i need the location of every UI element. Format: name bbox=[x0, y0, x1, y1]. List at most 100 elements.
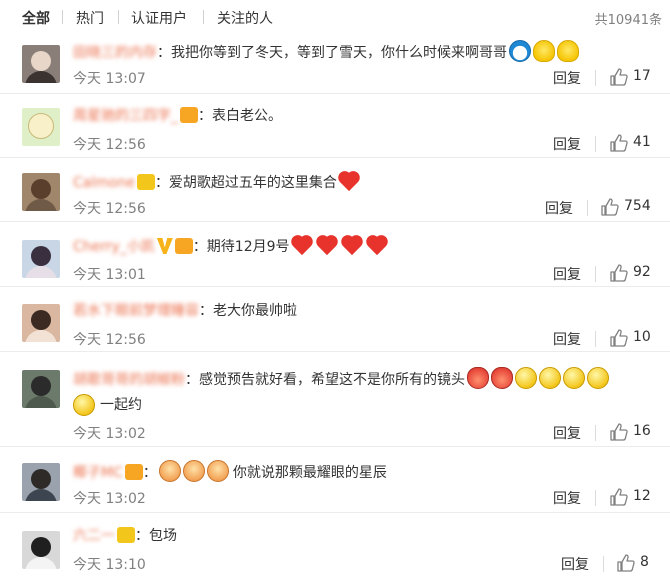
reply-button[interactable]: 回复 bbox=[553, 68, 581, 88]
comment-text: ：感觉预告就好看，希望这不是你所有的镜头 bbox=[185, 372, 465, 388]
action-divider bbox=[595, 490, 596, 506]
reply-button[interactable]: 回复 bbox=[553, 329, 581, 349]
comment-filter-bar: 全部 热门 认证用户 关注的人 共10941条 bbox=[0, 0, 670, 36]
comment-item: 胡歌哥哥的胡椒粉：感觉预告就好看，希望这不是你所有的镜头 一起约 今天 13:0… bbox=[0, 352, 670, 447]
smile-emoji-icon bbox=[539, 367, 561, 389]
comment-line: 周星驰的三四字_ ：表白老公。 bbox=[73, 106, 282, 126]
smile-emoji-icon bbox=[73, 394, 95, 416]
username[interactable]: Calmone bbox=[73, 175, 135, 191]
avatar[interactable] bbox=[22, 463, 60, 501]
heart-emoji-icon bbox=[316, 234, 340, 256]
comment-item: 椰子MC：你就说那颗最耀眼的星辰 今天 13:02 回复 12 bbox=[0, 447, 670, 513]
fan-badge-icon bbox=[117, 527, 135, 543]
reply-button[interactable]: 回复 bbox=[545, 198, 573, 218]
smile-emoji-icon bbox=[587, 367, 609, 389]
chick-emoji-icon bbox=[557, 40, 579, 62]
like-count: 16 bbox=[633, 423, 651, 439]
tab-all[interactable]: 全部 bbox=[22, 8, 50, 28]
smile-emoji-icon bbox=[563, 367, 585, 389]
comment-item: 周星驰的三四字_ ：表白老公。 今天 12:56 回复 41 bbox=[0, 94, 670, 158]
like-count: 10 bbox=[633, 329, 651, 345]
action-divider bbox=[595, 266, 596, 282]
comment-line: 若水下眼前梦理睡容：老大你最帅啦 bbox=[73, 301, 297, 321]
like-count: 754 bbox=[624, 198, 651, 214]
fan-badge-icon bbox=[136, 174, 155, 190]
username[interactable]: 六二一 bbox=[73, 528, 115, 544]
tab-divider bbox=[118, 10, 119, 24]
reply-button[interactable]: 回复 bbox=[561, 554, 589, 574]
like-thumb-icon[interactable] bbox=[600, 197, 620, 217]
comment-item: 若水下眼前梦理睡容：老大你最帅啦 今天 12:56 回复 10 bbox=[0, 287, 670, 352]
like-thumb-icon[interactable] bbox=[609, 422, 629, 442]
pointing-emoji-icon bbox=[206, 460, 229, 482]
action-divider bbox=[595, 331, 596, 347]
comment-text: ：包场 bbox=[135, 528, 177, 544]
action-divider bbox=[595, 425, 596, 441]
like-count: 12 bbox=[633, 488, 651, 504]
username[interactable]: 若水下眼前梦理睡容 bbox=[73, 303, 199, 319]
comment-time: 今天 13:02 bbox=[73, 426, 146, 442]
tab-verified-users[interactable]: 认证用户 bbox=[131, 8, 187, 28]
pointing-emoji-icon bbox=[182, 460, 205, 482]
comment-line: 六二一 ：包场 bbox=[73, 526, 177, 546]
comment-time: 今天 12:56 bbox=[73, 332, 146, 348]
avatar[interactable] bbox=[22, 531, 60, 569]
comment-item: Cherry_小凯 ：期待12月9号 今天 13:01 回复 92 bbox=[0, 222, 670, 287]
crying-emoji-icon bbox=[491, 367, 513, 389]
username[interactable]: Cherry_小凯 bbox=[73, 239, 155, 255]
vip-badge-icon bbox=[156, 238, 173, 254]
avatar[interactable] bbox=[22, 304, 60, 342]
heart-emoji-icon bbox=[341, 234, 365, 256]
like-thumb-icon[interactable] bbox=[609, 133, 629, 153]
username[interactable]: 胡歌哥哥的胡椒粉 bbox=[73, 372, 185, 388]
comment-text-continued: 一起约 bbox=[100, 397, 142, 413]
fan-badge-icon bbox=[174, 238, 193, 254]
reply-button[interactable]: 回复 bbox=[553, 488, 581, 508]
like-count: 92 bbox=[633, 264, 651, 280]
reply-button[interactable]: 回复 bbox=[553, 264, 581, 284]
comment-time: 今天 13:02 bbox=[73, 491, 146, 507]
reply-button[interactable]: 回复 bbox=[553, 134, 581, 154]
action-divider bbox=[603, 556, 604, 572]
smile-emoji-icon bbox=[515, 367, 537, 389]
username[interactable]: 田晓三的内存 bbox=[73, 45, 157, 61]
heart-emoji-icon bbox=[338, 170, 362, 192]
tab-divider bbox=[203, 10, 204, 24]
avatar[interactable] bbox=[22, 240, 60, 278]
comment-text: 你就说那颗最耀眼的星辰 bbox=[232, 465, 387, 481]
like-count: 41 bbox=[633, 134, 651, 150]
comment-time: 今天 13:01 bbox=[73, 267, 146, 283]
like-thumb-icon[interactable] bbox=[616, 553, 636, 573]
crying-emoji-icon bbox=[467, 367, 489, 389]
comment-line: 椰子MC：你就说那颗最耀眼的星辰 bbox=[73, 460, 387, 483]
tab-divider bbox=[62, 10, 63, 24]
fan-badge-icon bbox=[180, 107, 198, 123]
comment-text: ：爱胡歌超过五年的这里集合 bbox=[154, 175, 337, 191]
avatar[interactable] bbox=[22, 45, 60, 83]
like-thumb-icon[interactable] bbox=[609, 487, 629, 507]
comment-line: 胡歌哥哥的胡椒粉：感觉预告就好看，希望这不是你所有的镜头 bbox=[73, 367, 609, 390]
tab-following[interactable]: 关注的人 bbox=[217, 8, 273, 28]
username[interactable]: 椰子MC bbox=[73, 465, 123, 481]
comment-text: ：老大你最帅啦 bbox=[199, 303, 297, 319]
avatar[interactable] bbox=[22, 108, 60, 146]
like-thumb-icon[interactable] bbox=[609, 328, 629, 348]
heart-emoji-icon bbox=[366, 234, 390, 256]
username[interactable]: 周星驰的三四字_ bbox=[73, 108, 178, 124]
like-thumb-icon[interactable] bbox=[609, 263, 629, 283]
action-divider bbox=[595, 70, 596, 86]
like-count: 17 bbox=[633, 68, 651, 84]
tab-hot[interactable]: 热门 bbox=[76, 8, 104, 28]
avatar[interactable] bbox=[22, 370, 60, 408]
comment-time: 今天 12:56 bbox=[73, 201, 146, 217]
comment-time: 今天 12:56 bbox=[73, 137, 146, 153]
doraemon-emoji-icon bbox=[509, 40, 531, 62]
pointing-emoji-icon bbox=[158, 460, 181, 482]
comment-item: Calmone ：爱胡歌超过五年的这里集合 今天 12:56 回复 754 bbox=[0, 158, 670, 222]
comment-line: Calmone ：爱胡歌超过五年的这里集合 bbox=[73, 170, 362, 193]
comment-item: 田晓三的内存：我把你等到了冬天，等到了雪天，你什么时候来啊哥哥 今天 13:07… bbox=[0, 36, 670, 94]
action-divider bbox=[587, 200, 588, 216]
like-thumb-icon[interactable] bbox=[609, 67, 629, 87]
avatar[interactable] bbox=[22, 173, 60, 211]
reply-button[interactable]: 回复 bbox=[553, 423, 581, 443]
